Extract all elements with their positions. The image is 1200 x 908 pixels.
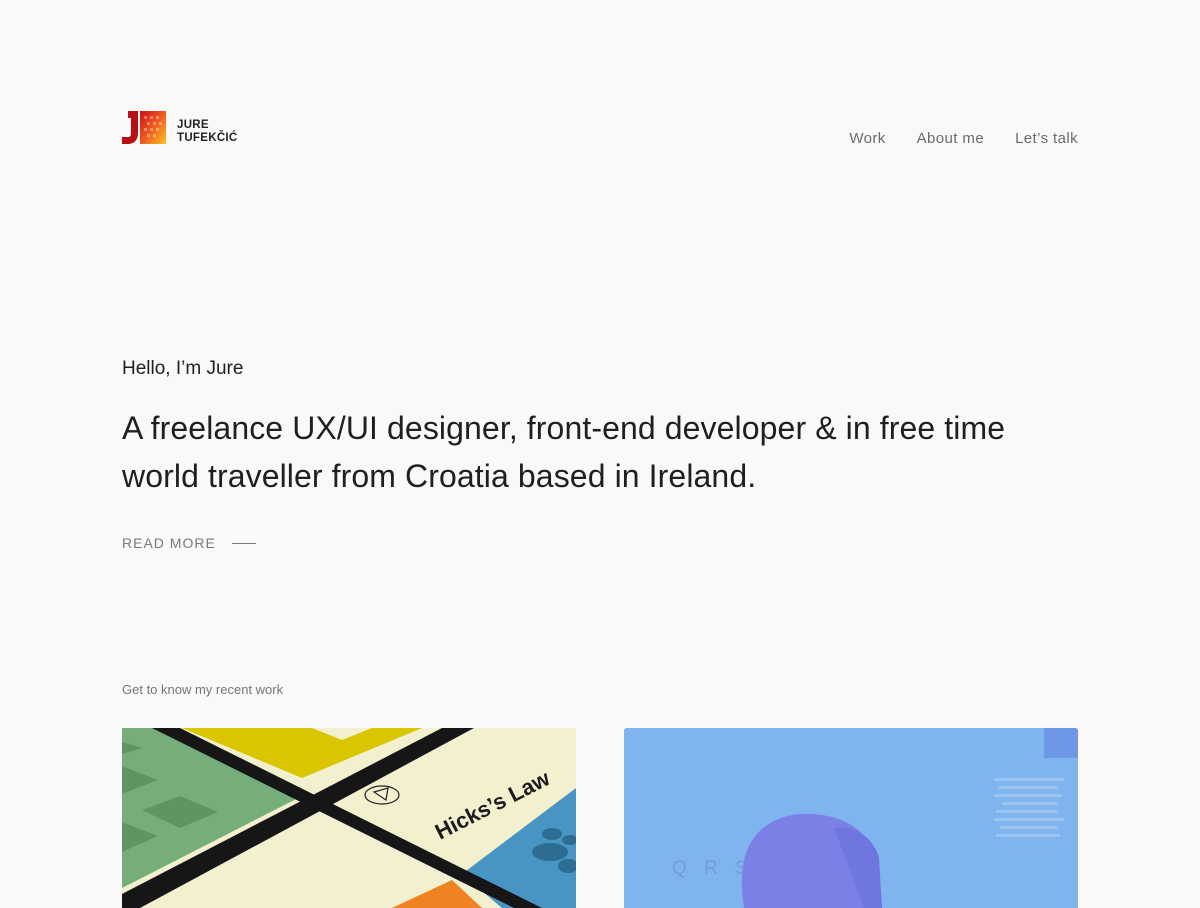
logo-first-name: JURE — [177, 119, 209, 131]
logo-last-name: TUFEKČIĆ — [177, 132, 238, 144]
logo-wordmark: JURE TUFEKČIĆ — [177, 119, 238, 145]
nav-link-about-me[interactable]: About me — [917, 129, 984, 149]
read-more-label: READ MORE — [122, 535, 216, 551]
hicks-law-illustration: Hicks’s Law — [122, 728, 576, 908]
arrow-line-icon — [231, 542, 256, 544]
logo-link[interactable]: JURE TUFEKČIĆ — [122, 111, 242, 145]
hero-greeting: Hello, I’m Jure — [122, 358, 244, 379]
work-card-portrait[interactable]: Q R S Y Z 1 — [624, 728, 1078, 908]
nav-link-lets-talk[interactable]: Let’s talk — [1015, 129, 1078, 149]
hero-intro: A freelance UX/UI designer, front-end de… — [122, 410, 1006, 494]
portrait-illustration: Q R S Y Z 1 — [624, 728, 1078, 908]
logo-icon — [122, 111, 166, 144]
site-header: JURE TUFEKČIĆ Work About me Let’s talk — [122, 111, 1078, 147]
work-card-hicks-law[interactable]: Hicks’s Law — [122, 728, 576, 908]
hero-section: Hello, I’m Jure A freelance UX/UI design… — [122, 356, 1078, 551]
read-more-link[interactable]: READ MORE — [122, 535, 262, 551]
recent-work-label: Get to know my recent work — [122, 682, 284, 697]
nav-link-work[interactable]: Work — [849, 129, 885, 149]
main-nav: Work About me Let’s talk — [849, 129, 1078, 149]
